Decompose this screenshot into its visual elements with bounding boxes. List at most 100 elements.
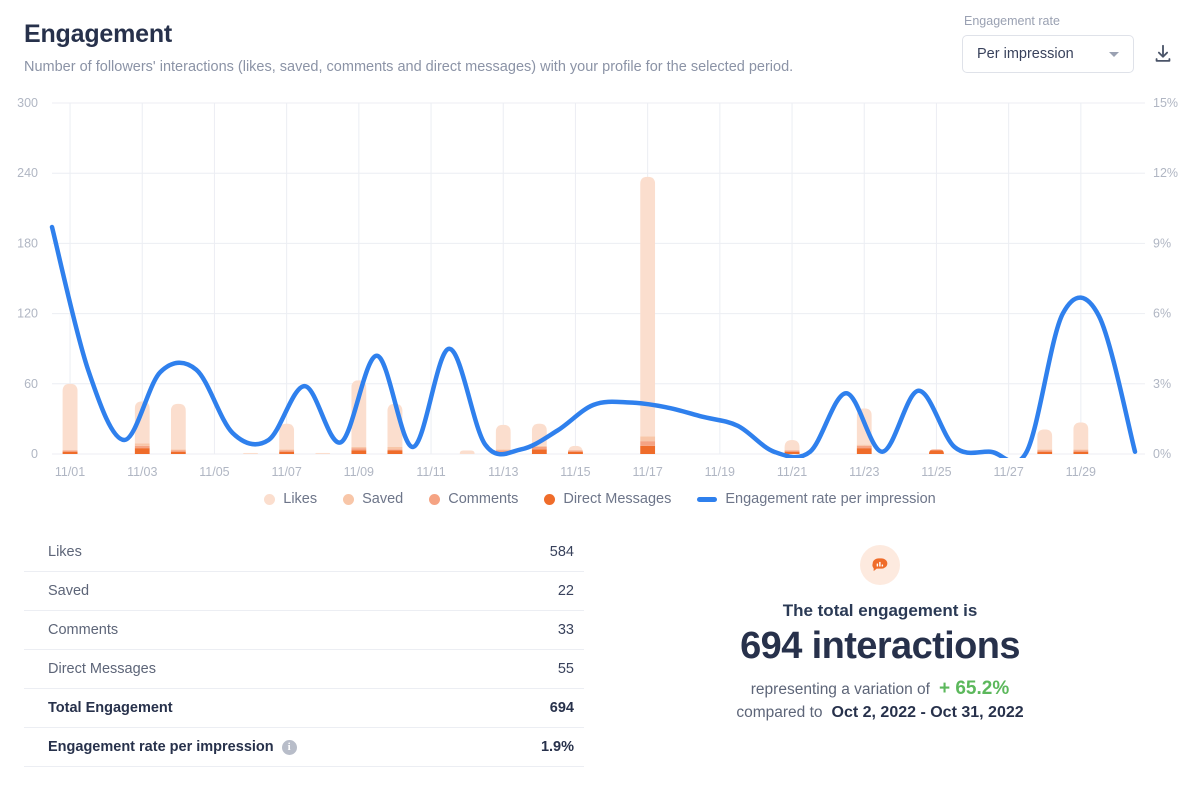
x-axis-tick-label: 11/09 [344, 465, 374, 479]
y-axis-tick-label: 60 [24, 377, 38, 391]
y-axis-tick-label: 180 [17, 236, 38, 250]
bar-segment [568, 446, 583, 451]
chart-legend: Likes Saved Comments Direct Messages Engagem… [0, 491, 1200, 507]
legend-label: Saved [362, 491, 403, 507]
summary-compare-period: Oct 2, 2022 - Oct 31, 2022 [832, 704, 1024, 722]
table-row-value: 33 [558, 622, 574, 638]
x-axis-tick-label: 11/05 [199, 465, 229, 479]
bar-segment [135, 448, 150, 454]
summary-variation-prefix: representing a variation of [751, 681, 930, 699]
x-axis-tick-label: 11/11 [416, 465, 445, 479]
table-row-value: 55 [558, 661, 574, 677]
legend-item[interactable]: Comments [429, 491, 518, 507]
legend-dot-marker [429, 494, 440, 505]
bar-segment [243, 453, 258, 454]
bar-segment [1073, 449, 1088, 450]
legend-item[interactable]: Direct Messages [544, 491, 671, 507]
legend-label: Comments [448, 491, 518, 507]
table-row-label-wrap: Total Engagement [48, 700, 173, 716]
table-row-label-wrap: Saved [48, 583, 89, 599]
bar-segment [640, 446, 655, 454]
x-axis-tick-label: 11/01 [55, 465, 85, 479]
legend-dot-marker [544, 494, 555, 505]
x-axis-tick-label: 11/21 [777, 465, 807, 479]
engagement-chart: 00%603%1206%1809%24012%30015%11/0111/031… [0, 89, 1200, 489]
bar-segment [496, 449, 511, 450]
engagement-rate-label: Engagement rate [962, 14, 1134, 28]
table-row-label-wrap: Likes [48, 544, 82, 560]
x-axis-tick-label: 11/13 [488, 465, 518, 479]
bar-segment [387, 450, 402, 454]
metrics-table: Likes584Saved22Comments33Direct Messages… [24, 533, 584, 767]
bar-segment [532, 449, 547, 454]
table-row-label: Likes [48, 544, 82, 560]
table-row-label: Direct Messages [48, 661, 156, 677]
bar-segment [857, 446, 872, 448]
x-axis-tick-label: 11/19 [705, 465, 735, 479]
bar-segment [1073, 422, 1088, 449]
bar-segment [63, 452, 78, 454]
table-row-label: Saved [48, 583, 89, 599]
table-row: Total Engagement 694 [24, 689, 584, 728]
summary-variation-row: representing a variation of + 65.2% [751, 678, 1009, 700]
x-axis-tick-label: 11/27 [993, 465, 1023, 479]
bar-segment [1037, 452, 1052, 454]
bar-segment [315, 453, 330, 454]
bar-segment [1037, 449, 1052, 450]
table-row-label-wrap: Direct Messages [48, 661, 156, 677]
y-axis-tick-label: 120 [17, 307, 38, 321]
x-axis-tick-label: 11/29 [1066, 465, 1096, 479]
chat-stats-icon [870, 555, 890, 575]
legend-label: Likes [283, 491, 317, 507]
summary-compare-prefix: compared to [736, 704, 822, 722]
bar-segment [171, 450, 186, 451]
legend-dot-marker [264, 494, 275, 505]
bar-segment [279, 424, 294, 450]
table-row-label-wrap: Engagement rate per impressioni [48, 739, 297, 755]
engagement-panel: Engagement Number of followers' interact… [0, 0, 1200, 795]
bar-segment [568, 450, 583, 451]
bar-segment [1037, 450, 1052, 451]
y2-axis-tick-label: 6% [1153, 307, 1171, 321]
info-icon[interactable]: i [282, 740, 297, 755]
legend-line-marker [697, 497, 717, 502]
panel-header: Engagement Number of followers' interact… [0, 0, 1200, 75]
summary-icon-circle [860, 545, 900, 585]
table-row-value: 1.9% [541, 739, 574, 755]
y2-axis-tick-label: 12% [1153, 166, 1178, 180]
table-row-value: 694 [550, 700, 574, 716]
bar-segment [135, 443, 150, 445]
bar-segment [63, 384, 78, 451]
bar-segment [135, 446, 150, 448]
bar-segment [460, 450, 475, 454]
table-row: Direct Messages 55 [24, 650, 584, 689]
bar-segment [785, 440, 800, 451]
table-row-value: 22 [558, 583, 574, 599]
bar-segment [1073, 450, 1088, 451]
bar-segment [568, 452, 583, 454]
bar-segment [640, 436, 655, 441]
bar-segment [171, 404, 186, 450]
bar-segment [857, 445, 872, 446]
x-axis-tick-label: 11/25 [921, 465, 951, 479]
legend-item[interactable]: Saved [343, 491, 403, 507]
y2-axis-tick-label: 0% [1153, 447, 1171, 461]
bar-segment [640, 441, 655, 446]
table-row: Likes584 [24, 533, 584, 572]
bar-segment [171, 449, 186, 450]
engagement-rate-select-wrap: Engagement rate Per impression [962, 14, 1134, 73]
bar-segment [1073, 452, 1088, 454]
bar-segment [351, 447, 366, 448]
bar-segment [785, 450, 800, 451]
legend-item[interactable]: Engagement rate per impression [697, 491, 935, 507]
y2-axis-tick-label: 15% [1153, 96, 1178, 110]
panel-bottom: Likes584Saved22Comments33Direct Messages… [0, 533, 1200, 767]
download-icon [1152, 43, 1174, 65]
y-axis-tick-label: 0 [31, 447, 38, 461]
bar-segment [857, 448, 872, 454]
legend-item[interactable]: Likes [264, 491, 317, 507]
download-button[interactable] [1148, 37, 1178, 71]
summary-panel: The total engagement is 694 interactions… [584, 533, 1176, 767]
bar-segment [532, 447, 547, 449]
engagement-rate-select[interactable]: Per impression [962, 35, 1134, 73]
